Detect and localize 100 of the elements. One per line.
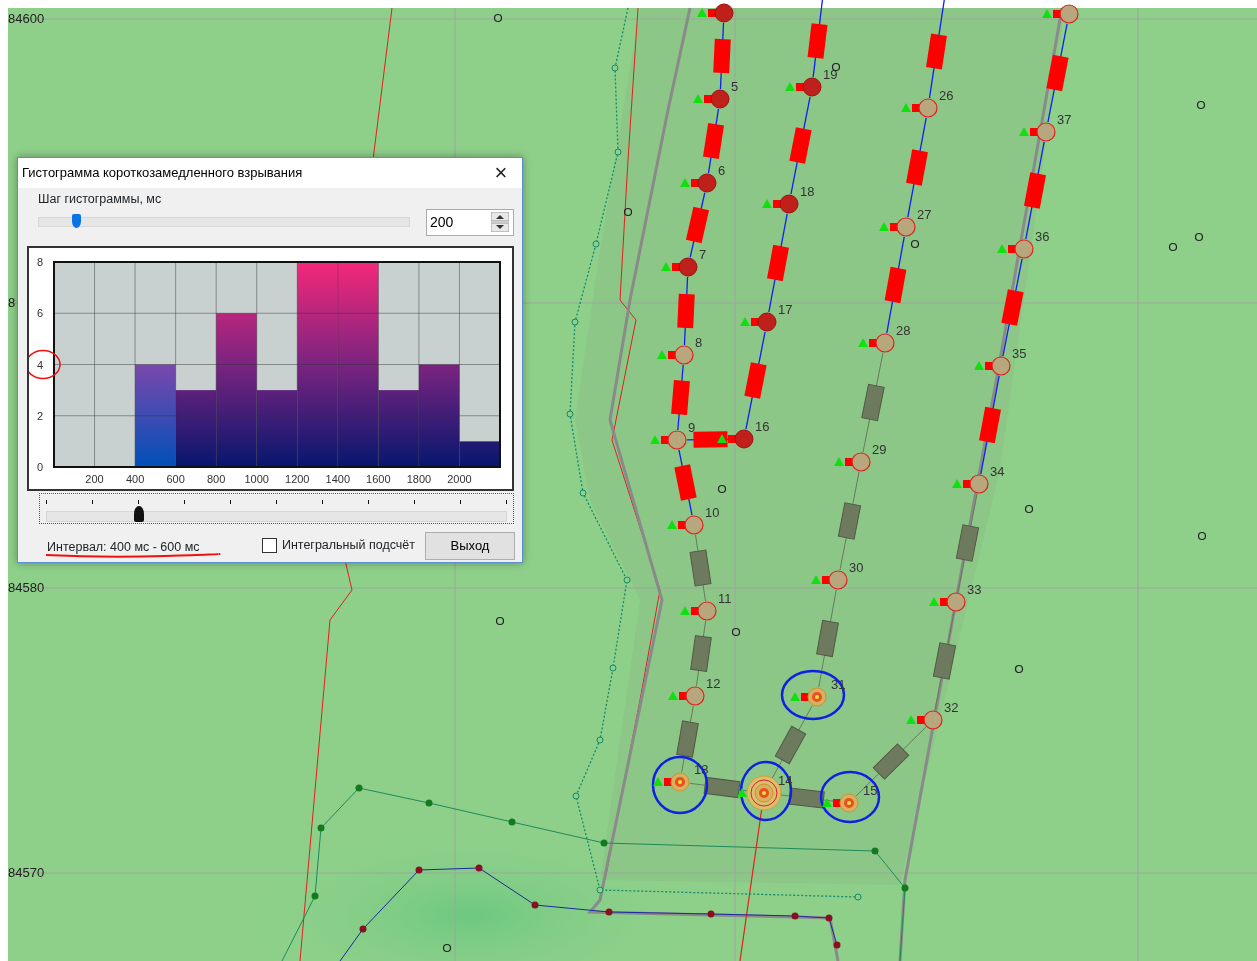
hole-marker-icon: [667, 520, 686, 529]
survey-point: [425, 799, 433, 807]
survey-point: [611, 64, 619, 72]
hole-number: 36: [1035, 229, 1050, 244]
charge-block: [884, 266, 907, 304]
point-marker: [831, 62, 841, 72]
hole-marker-icon: [822, 798, 841, 807]
survey-point: [623, 576, 631, 584]
y-tick-label: 4: [37, 358, 44, 371]
point-marker: [1168, 242, 1178, 252]
x-tick-label: 800: [207, 472, 226, 485]
spin-arrows-icon[interactable]: [491, 212, 509, 233]
stemming-block: [676, 720, 699, 758]
survey-point: [571, 318, 579, 326]
step-value-field[interactable]: 200: [427, 209, 487, 235]
survey-point: [825, 914, 833, 922]
charge-block: [744, 362, 767, 399]
blast-hole[interactable]: [714, 3, 734, 23]
survey-point: [415, 866, 423, 874]
hole-marker-icon: [740, 317, 759, 326]
blast-hole[interactable]: [678, 257, 698, 277]
hole-marker-icon: [834, 457, 853, 466]
hole-number: 7: [699, 247, 707, 262]
x-tick-label: 600: [166, 472, 185, 485]
survey-point: [475, 864, 483, 872]
stemming-block: [861, 383, 885, 422]
hole-marker-icon: [906, 715, 925, 724]
coordinate-label: 84580: [8, 580, 45, 595]
hole-marker-icon: [811, 575, 830, 584]
hole-number: 17: [778, 302, 793, 317]
hole-number: 28: [896, 323, 911, 338]
survey-point: [359, 925, 367, 933]
coordinate-label: 8: [8, 295, 16, 310]
charge-block: [807, 23, 828, 59]
blast-hole[interactable]: [802, 77, 822, 97]
annotation-circle: [819, 770, 881, 824]
point-marker: [731, 627, 741, 637]
hole-number: 9: [688, 420, 696, 435]
charge-block: [979, 406, 1001, 444]
hole-number: 11: [718, 591, 732, 606]
charge-block: [1046, 54, 1069, 92]
hole-number: 6: [718, 163, 726, 178]
stemming-block: [955, 524, 980, 562]
hole-number: 27: [917, 207, 932, 222]
y-tick-label: 6: [37, 307, 44, 319]
hole-number: 10: [705, 505, 720, 520]
hole-marker-icon: [697, 8, 716, 17]
hole-marker-icon: [653, 777, 672, 786]
step-slider[interactable]: [38, 217, 410, 228]
dialog-title: Гистограмма короткозамедленного взрывания: [22, 164, 303, 183]
hole-marker-icon: [693, 94, 712, 103]
x-tick-label: 1200: [285, 472, 310, 485]
hole-marker-icon: [1042, 9, 1061, 18]
exit-button[interactable]: Выход: [425, 531, 515, 560]
survey-point: [609, 664, 617, 672]
survey-point: [311, 892, 319, 900]
hole-marker-icon: [680, 606, 699, 615]
charge-block: [789, 127, 812, 164]
survey-point: [579, 489, 587, 497]
point-marker: [717, 484, 727, 494]
interval-slider[interactable]: [39, 492, 514, 524]
slider-thumb[interactable]: [133, 505, 144, 522]
hole-number: 34: [990, 464, 1005, 479]
hole-number: 30: [849, 560, 864, 575]
charge-block: [767, 244, 789, 282]
close-button[interactable]: ×: [484, 159, 518, 187]
hole-number: 8: [695, 335, 703, 350]
coordinate-label: 84600: [8, 11, 45, 26]
spin-box[interactable]: 200: [426, 208, 514, 236]
hole-marker-icon: [879, 222, 898, 231]
hole-marker-icon: [997, 244, 1016, 253]
hole-number: 37: [1057, 112, 1072, 127]
survey-point: [566, 410, 574, 418]
y-tick-label: 0: [37, 460, 44, 473]
stemming-block: [932, 642, 957, 680]
hole-marker-icon: [790, 692, 809, 701]
blast-hole[interactable]: [697, 173, 717, 193]
blast-hole[interactable]: [710, 89, 730, 109]
x-tick-label: 400: [125, 472, 145, 485]
blast-hole[interactable]: [779, 194, 799, 214]
hole-marker-icon: [929, 597, 948, 606]
x-tick-label: 1800: [406, 472, 432, 485]
hole-marker-icon: [901, 103, 920, 112]
point-marker: [493, 13, 503, 23]
survey-point: [317, 824, 325, 832]
survey-point: [871, 847, 879, 855]
survey-point: [531, 901, 539, 909]
blast-hole[interactable]: [1059, 4, 1079, 24]
charge-block: [1024, 172, 1046, 209]
integral-checkbox[interactable]: [261, 538, 277, 554]
hole-marker-icon: [1019, 127, 1038, 136]
point-marker: [623, 207, 633, 217]
survey-point: [508, 818, 516, 826]
blast-hole[interactable]: [734, 429, 754, 449]
y-tick-label: 2: [37, 409, 44, 422]
slider-thumb[interactable]: [72, 214, 81, 229]
blast-hole[interactable]: [757, 312, 777, 332]
hole-number: 19: [823, 67, 838, 82]
checkbox-label: Интегральный подсчёт: [281, 537, 415, 555]
x-tick-label: 1400: [325, 472, 351, 485]
